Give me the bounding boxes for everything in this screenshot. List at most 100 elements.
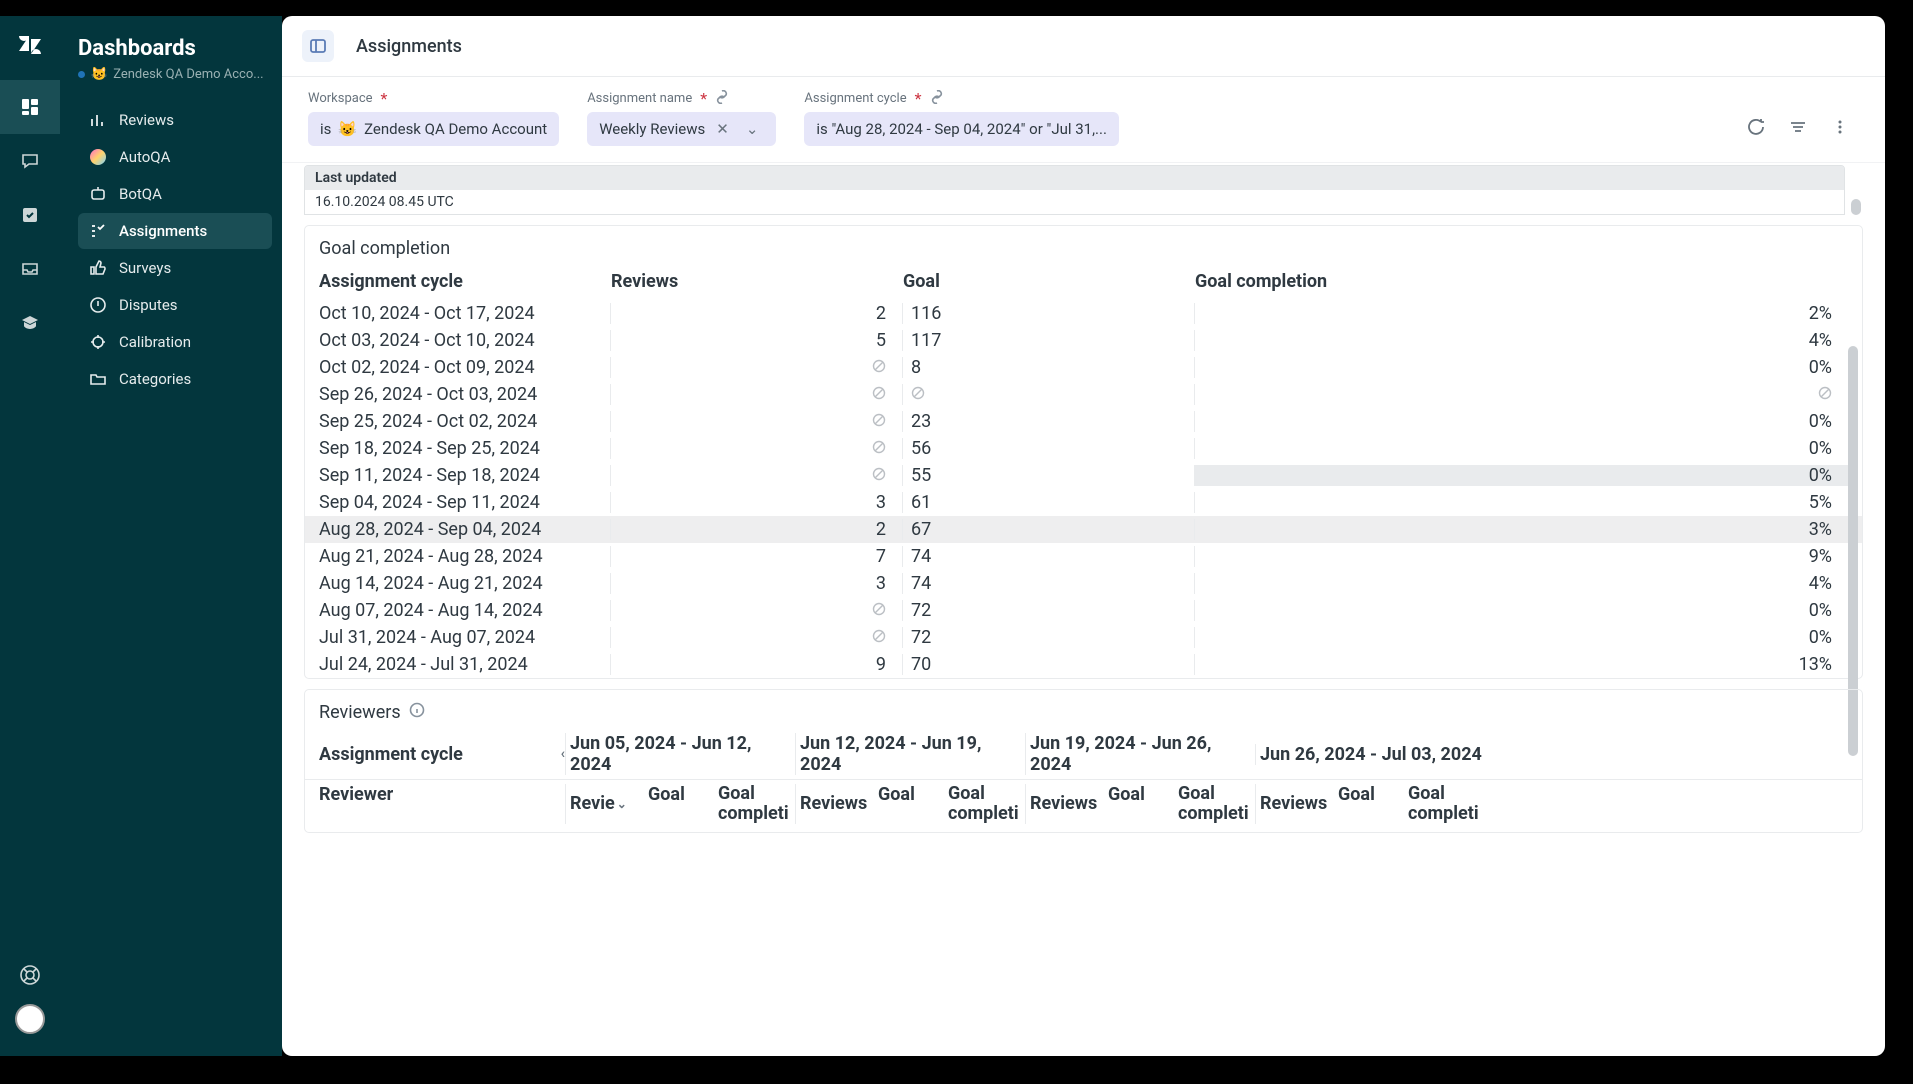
table-row[interactable]: Oct 02, 2024 - Oct 09, 202480% — [305, 354, 1862, 381]
cell-goal: 72 — [903, 600, 1195, 621]
cell-cycle: Aug 14, 2024 - Aug 21, 2024 — [319, 573, 611, 594]
target-icon — [88, 333, 108, 351]
last-updated-label: Last updated — [305, 166, 1844, 190]
col-header-reviewer[interactable]: Reviewer — [319, 784, 565, 824]
empty-icon — [872, 600, 886, 621]
left-nav-rail — [0, 16, 60, 1056]
reviewers-section: Reviewers Assignment cycle ‹ Jun 05, 202… — [304, 689, 1863, 833]
cell-goal: 74 — [903, 573, 1195, 594]
cell-completion: 9% — [1195, 546, 1848, 567]
col-header-reviews[interactable]: Reviews — [611, 271, 903, 292]
sidebar-item-surveys[interactable]: Surveys — [78, 250, 272, 286]
more-options-button[interactable] — [1831, 118, 1849, 140]
col-header-goal[interactable]: Goal — [648, 784, 718, 824]
cycle-col-header[interactable]: Jun 19, 2024 - Jun 26, 2024 — [1025, 733, 1255, 775]
col-header-goal[interactable]: Goal — [903, 271, 1195, 292]
sidebar-toggle-button[interactable] — [302, 30, 334, 62]
col-header-completion[interactable]: Goalcompleti — [1408, 784, 1485, 824]
empty-icon — [872, 411, 886, 432]
help-icon[interactable] — [0, 964, 60, 986]
table-row[interactable]: Sep 26, 2024 - Oct 03, 2024 — [305, 381, 1862, 408]
table-row[interactable]: Aug 14, 2024 - Aug 21, 20243744% — [305, 570, 1862, 597]
cell-goal: 116 — [903, 303, 1195, 324]
sort-down-icon[interactable]: ⌄ — [617, 797, 627, 811]
reviewers-cycle-header[interactable]: Assignment cycle ‹ — [319, 744, 565, 765]
table-row[interactable]: Oct 03, 2024 - Oct 10, 202451174% — [305, 327, 1862, 354]
table-row[interactable]: Aug 28, 2024 - Sep 04, 20242673% — [305, 516, 1862, 543]
table-row[interactable]: Sep 25, 2024 - Oct 02, 2024230% — [305, 408, 1862, 435]
cell-completion: 5% — [1195, 492, 1848, 513]
nav-chat-icon[interactable] — [0, 134, 60, 188]
table-row[interactable]: Oct 10, 2024 - Oct 17, 202421162% — [305, 300, 1862, 327]
checklist-icon — [88, 222, 108, 240]
cell-reviews: 5 — [611, 330, 903, 351]
sidebar-item-calibration[interactable]: Calibration — [78, 324, 272, 360]
cell-cycle: Aug 07, 2024 - Aug 14, 2024 — [319, 600, 611, 621]
cell-completion — [1195, 384, 1848, 405]
table-row[interactable]: Jul 31, 2024 - Aug 07, 2024720% — [305, 624, 1862, 651]
cell-reviews — [611, 600, 903, 621]
info-icon[interactable] — [409, 702, 425, 723]
filter-workspace-chip[interactable]: is 😺 Zendesk QA Demo Account — [308, 112, 559, 146]
col-header-reviews[interactable]: Reviews — [1260, 784, 1338, 824]
sidebar-account[interactable]: 😺 Zendesk QA Demo Acco... — [78, 67, 272, 82]
sidebar-item-categories[interactable]: Categories — [78, 361, 272, 397]
table-row[interactable]: Aug 07, 2024 - Aug 14, 2024720% — [305, 597, 1862, 624]
empty-icon — [872, 465, 886, 486]
nav-dashboards-icon[interactable] — [0, 80, 60, 134]
filter-cycle-chip[interactable]: is "Aug 28, 2024 - Sep 04, 2024" or "Jul… — [804, 112, 1119, 146]
refresh-button[interactable] — [1747, 118, 1765, 140]
table-body: Oct 10, 2024 - Oct 17, 202421162%Oct 03,… — [305, 300, 1862, 678]
filter-assignment-name: Assignment name * Weekly Reviews ✕ ⌄ — [587, 89, 776, 146]
main-header: Assignments — [282, 16, 1885, 77]
bot-icon — [88, 185, 108, 203]
table-row[interactable]: Sep 18, 2024 - Sep 25, 2024560% — [305, 435, 1862, 462]
col-header-reviews[interactable]: Reviews — [1030, 784, 1108, 824]
sidebar-item-reviews[interactable]: Reviews — [78, 102, 272, 138]
filter-settings-button[interactable] — [1789, 118, 1807, 140]
section-title: Goal completion — [305, 238, 1862, 267]
nav-inbox-icon[interactable] — [0, 242, 60, 296]
cell-reviews: 7 — [611, 546, 903, 567]
col-header-completion[interactable]: Goalcompleti — [1178, 784, 1255, 824]
empty-icon — [1818, 384, 1832, 405]
col-header-revie[interactable]: Revie⌄ — [570, 784, 648, 824]
cell-cycle: Sep 11, 2024 - Sep 18, 2024 — [319, 465, 611, 486]
col-header-completion[interactable]: Goal completion — [1195, 271, 1848, 292]
table-row[interactable]: Sep 04, 2024 - Sep 11, 20243615% — [305, 489, 1862, 516]
cell-cycle: Oct 02, 2024 - Oct 09, 2024 — [319, 357, 611, 378]
sidebar-item-assignments[interactable]: Assignments — [78, 213, 272, 249]
nav-check-icon[interactable] — [0, 188, 60, 242]
alert-circle-icon — [88, 296, 108, 314]
table-row[interactable]: Sep 11, 2024 - Sep 18, 2024550% — [305, 462, 1862, 489]
col-header-reviews[interactable]: Reviews — [800, 784, 878, 824]
col-header-goal[interactable]: Goal — [1338, 784, 1408, 824]
table-row[interactable]: Jul 24, 2024 - Jul 31, 202497013% — [305, 651, 1862, 678]
emoji-icon: 😺 — [91, 67, 107, 82]
nav-learn-icon[interactable] — [0, 296, 60, 350]
cycle-col-header[interactable]: Jun 12, 2024 - Jun 19, 2024 — [795, 733, 1025, 775]
col-header-completion[interactable]: Goalcompleti — [948, 784, 1025, 824]
filter-assignment-cycle: Assignment cycle * is "Aug 28, 2024 - Se… — [804, 89, 1119, 146]
user-avatar[interactable] — [15, 1004, 45, 1034]
scrollbar-thumb[interactable] — [1851, 199, 1861, 215]
chevron-down-icon[interactable]: ⌄ — [740, 120, 765, 138]
sidebar-item-autoqa[interactable]: AutoQA — [78, 139, 272, 175]
required-icon: * — [915, 89, 922, 108]
col-header-cycle[interactable]: Assignment cycle — [319, 271, 611, 292]
sidebar-item-disputes[interactable]: Disputes — [78, 287, 272, 323]
filter-assignment-chip[interactable]: Weekly Reviews ✕ ⌄ — [587, 112, 776, 146]
folder-icon — [88, 370, 108, 388]
col-header-goal[interactable]: Goal — [878, 784, 948, 824]
cycle-col-header[interactable]: Jun 05, 2024 - Jun 12, 2024 — [565, 733, 795, 775]
sidebar-item-botqa[interactable]: BotQA — [78, 176, 272, 212]
col-header-completion[interactable]: Goalcompleti — [718, 784, 795, 824]
table-row[interactable]: Aug 21, 2024 - Aug 28, 20247749% — [305, 543, 1862, 570]
last-updated-value: 16.10.2024 08.45 UTC — [305, 190, 1844, 214]
table-header-row: Assignment cycle Reviews Goal Goal compl… — [305, 267, 1862, 300]
col-header-goal[interactable]: Goal — [1108, 784, 1178, 824]
cycle-col-header[interactable]: Jun 26, 2024 - Jul 03, 2024 — [1255, 744, 1485, 765]
remove-chip-icon[interactable]: ✕ — [712, 120, 733, 138]
required-icon: * — [700, 89, 707, 108]
cell-cycle: Sep 18, 2024 - Sep 25, 2024 — [319, 438, 611, 459]
